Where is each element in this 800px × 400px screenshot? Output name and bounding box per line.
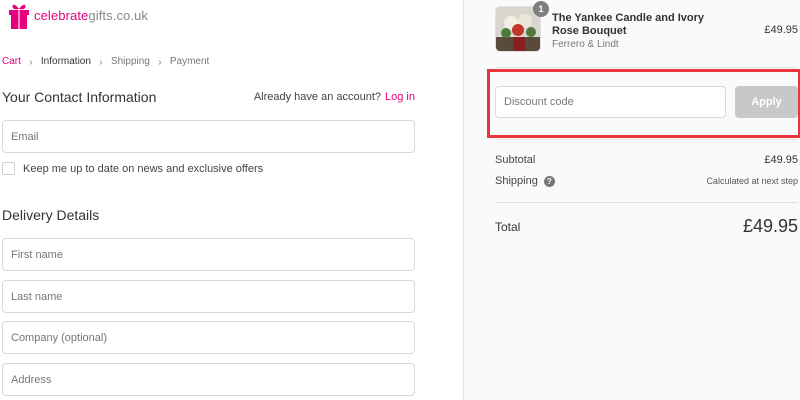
discount-code-field[interactable]	[495, 86, 726, 118]
divider	[495, 202, 798, 203]
subtotal-label: Subtotal	[495, 154, 536, 166]
company-input[interactable]	[3, 322, 414, 353]
account-prompt-text: Already have an account?	[253, 91, 382, 103]
total-value: £49.95	[742, 216, 798, 236]
logo-text-primary: celebrate	[34, 7, 89, 23]
email-input[interactable]	[3, 121, 414, 152]
divider	[495, 67, 798, 68]
logo-text-secondary: gifts.co.uk	[88, 7, 149, 23]
last-name-field[interactable]	[2, 280, 415, 313]
first-name-input[interactable]	[3, 239, 414, 270]
contact-section-title: Your Contact Information	[2, 89, 157, 105]
company-field[interactable]	[2, 321, 415, 354]
product-price: £49.95	[764, 24, 798, 36]
email-field[interactable]	[2, 120, 415, 153]
newsletter-option[interactable]: Keep me up to date on news and exclusive…	[2, 162, 263, 175]
account-prompt: Already have an account? Log in	[254, 91, 415, 103]
delivery-section-title: Delivery Details	[2, 207, 100, 223]
login-link[interactable]: Log in	[385, 91, 415, 103]
subtotal-row: Subtotal £49.95	[495, 154, 798, 166]
question-icon[interactable]: ?	[543, 175, 555, 187]
checkout-form-panel: celebrategifts.co.uk Cart › Information …	[0, 0, 463, 400]
breadcrumb-shipping: Shipping	[110, 56, 150, 67]
shipping-label: Shipping	[495, 175, 538, 187]
breadcrumb-cart[interactable]: Cart	[2, 56, 21, 68]
divider	[495, 139, 798, 140]
last-name-input[interactable]	[3, 281, 414, 312]
address-input[interactable]	[3, 364, 414, 395]
breadcrumb-information: Information	[40, 56, 91, 67]
shipping-row: Shipping? Calculated at next step	[495, 175, 798, 187]
apply-discount-button[interactable]: Apply	[735, 86, 798, 118]
subtotal-value: £49.95	[764, 154, 798, 166]
chevron-right-icon: ›	[29, 56, 33, 68]
shipping-value: Calculated at next step	[706, 176, 798, 186]
total-row: Total £49.95	[495, 216, 798, 237]
product-brand: Ferrero & Lindt	[552, 39, 619, 50]
address-field[interactable]	[2, 363, 415, 396]
order-line-item: 1 The Yankee Candle and Ivory Rose Bouqu…	[495, 1, 798, 56]
order-summary-panel: 1 The Yankee Candle and Ivory Rose Bouqu…	[463, 0, 800, 400]
site-logo[interactable]: celebrategifts.co.uk	[8, 0, 148, 30]
breadcrumb: Cart › Information › Shipping › Payment	[2, 56, 209, 68]
newsletter-checkbox[interactable]	[2, 162, 15, 175]
newsletter-label: Keep me up to date on news and exclusive…	[23, 162, 264, 175]
quantity-badge: 1	[533, 1, 549, 17]
product-name: The Yankee Candle and Ivory Rose Bouquet	[552, 12, 705, 37]
first-name-field[interactable]	[2, 238, 415, 271]
chevron-right-icon: ›	[99, 56, 103, 68]
breadcrumb-payment: Payment	[169, 56, 210, 67]
discount-code-input[interactable]	[496, 87, 725, 117]
total-label: Total	[495, 219, 521, 234]
chevron-right-icon: ›	[158, 56, 162, 68]
gift-box-icon	[8, 0, 30, 30]
